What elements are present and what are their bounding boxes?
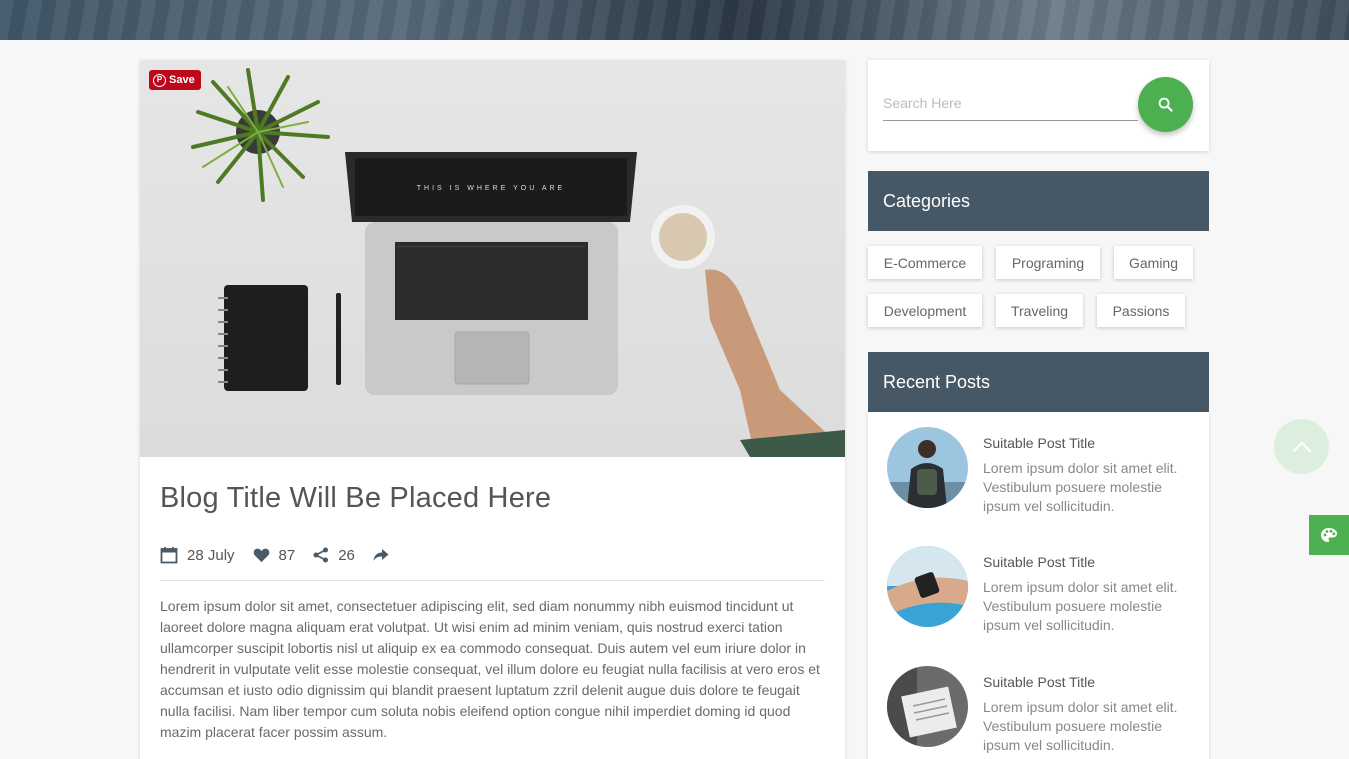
search-widget xyxy=(868,60,1209,151)
post-body-text: Lorem ipsum dolor sit amet, consectetuer… xyxy=(160,598,820,740)
recent-post-excerpt: Lorem ipsum dolor sit amet elit. Vestibu… xyxy=(983,460,1178,514)
palette-icon xyxy=(1321,528,1337,542)
recent-posts-header: Recent Posts xyxy=(868,352,1209,412)
recent-post-title[interactable]: Suitable Post Title xyxy=(983,554,1095,570)
recent-post-thumbnail[interactable] xyxy=(887,427,968,508)
search-input[interactable] xyxy=(883,86,1138,121)
blog-post-card: THIS IS WHERE YOU ARE P Save Blog Title … xyxy=(140,60,845,759)
theme-color-button[interactable] xyxy=(1309,515,1349,555)
category-tag-programing[interactable]: Programing xyxy=(996,246,1100,279)
category-tag-ecommerce[interactable]: E-Commerce xyxy=(868,246,982,279)
share-icon xyxy=(313,547,329,563)
recent-post-title[interactable]: Suitable Post Title xyxy=(983,435,1095,451)
category-tag-gaming[interactable]: Gaming xyxy=(1114,246,1193,279)
newspaper-photo xyxy=(887,666,968,747)
search-button[interactable] xyxy=(1138,77,1193,132)
post-meta: 28 July 87 26 xyxy=(160,544,416,566)
post-likes-count: 87 xyxy=(278,546,296,564)
post-title[interactable]: Blog Title Will Be Placed Here xyxy=(160,482,551,515)
calendar-icon xyxy=(160,547,178,564)
post-divider xyxy=(160,580,825,581)
post-forward[interactable] xyxy=(373,548,398,562)
svg-text:THIS IS WHERE YOU ARE: THIS IS WHERE YOU ARE xyxy=(417,185,565,192)
post-featured-image: THIS IS WHERE YOU ARE P Save xyxy=(140,60,845,457)
category-tag-passions[interactable]: Passions xyxy=(1097,294,1185,327)
smartwatch-photo xyxy=(887,546,968,627)
post-likes[interactable]: 87 xyxy=(253,546,296,564)
search-icon xyxy=(1158,97,1173,112)
recent-posts-list: Suitable Post Title Lorem ipsum dolor si… xyxy=(868,412,1209,759)
header-banner-image xyxy=(0,0,1349,40)
recent-post-title[interactable]: Suitable Post Title xyxy=(983,674,1095,690)
forward-icon xyxy=(373,549,389,561)
recent-post-excerpt: Lorem ipsum dolor sit amet elit. Vestibu… xyxy=(983,699,1178,753)
recent-post-thumbnail[interactable] xyxy=(887,546,968,627)
chevron-up-icon xyxy=(1292,440,1311,452)
pinterest-icon: P xyxy=(153,73,166,87)
traveler-photo xyxy=(887,427,968,508)
plant-image xyxy=(191,68,330,202)
pinterest-save-label: Save xyxy=(169,74,195,86)
category-tag-development[interactable]: Development xyxy=(868,294,982,327)
categories-header: Categories xyxy=(868,171,1209,231)
post-date: 28 July xyxy=(160,546,235,564)
pinterest-save-button[interactable]: P Save xyxy=(149,70,201,90)
heart-icon xyxy=(253,548,269,563)
scroll-to-top-button[interactable] xyxy=(1274,419,1329,474)
recent-posts-title: Recent Posts xyxy=(883,371,991,392)
recent-post-excerpt: Lorem ipsum dolor sit amet elit. Vestibu… xyxy=(983,579,1178,633)
categories-title: Categories xyxy=(883,190,971,211)
category-tag-traveling[interactable]: Traveling xyxy=(996,294,1083,327)
desk-workspace-illustration: THIS IS WHERE YOU ARE xyxy=(191,68,845,457)
post-shares-count: 26 xyxy=(338,546,355,564)
recent-post-thumbnail[interactable] xyxy=(887,666,968,747)
post-shares[interactable]: 26 xyxy=(313,547,355,564)
post-date-text: 28 July xyxy=(187,546,235,564)
